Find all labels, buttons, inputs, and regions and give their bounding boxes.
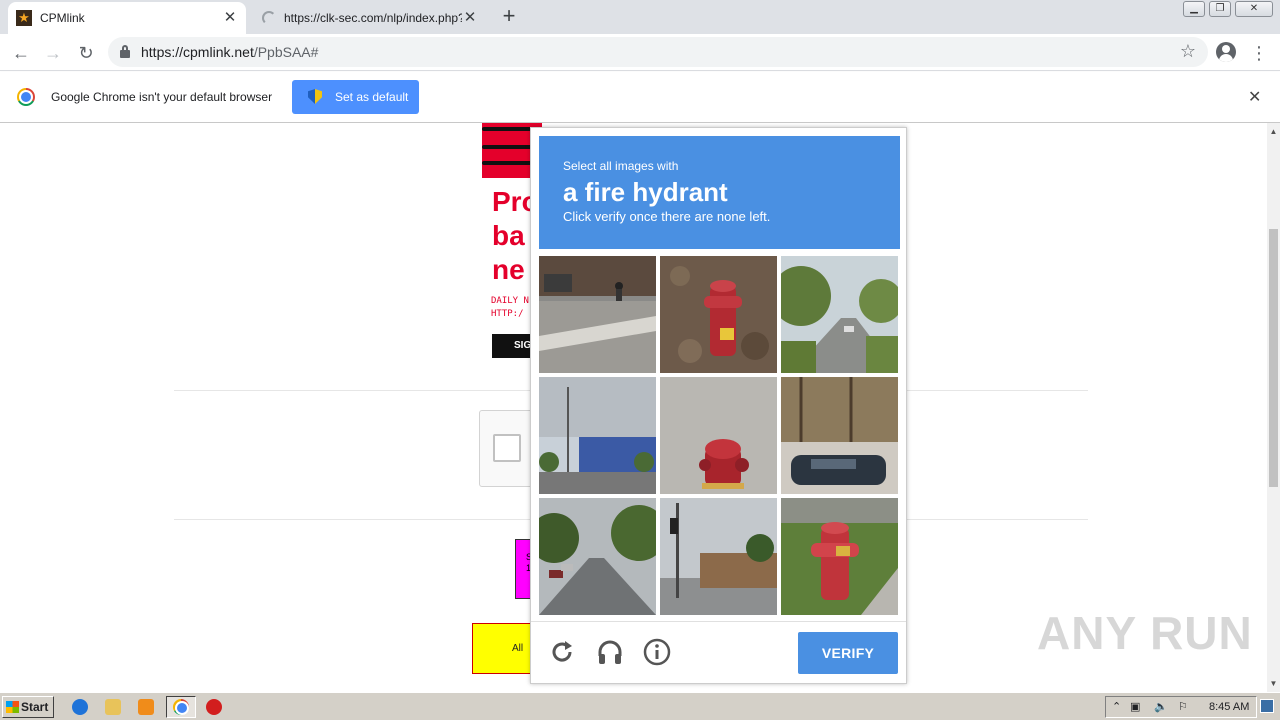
url-path: /PpbSAA# (253, 44, 319, 60)
tab-strip: ★ CPMlink ✕ https://clk-sec.com/nlp/inde… (0, 0, 1280, 34)
restore-button[interactable]: ❐ (1209, 1, 1231, 17)
recaptcha-challenge: Select all images with a fire hydrant Cl… (530, 127, 907, 684)
tile-image (539, 498, 656, 615)
scroll-down-icon[interactable]: ▼ (1267, 677, 1280, 690)
image-tile-residential-street[interactable] (539, 498, 656, 615)
lock-icon[interactable] (120, 45, 130, 58)
start-label: Start (21, 700, 49, 714)
tab-title: https://clk-sec.com/nlp/index.php?a (284, 11, 462, 25)
volume-icon[interactable]: 🔈 (1154, 700, 1168, 713)
reload-challenge-icon[interactable] (548, 638, 576, 666)
close-tab-icon[interactable]: ✕ (222, 10, 238, 26)
page-scrollbar[interactable]: ▲ ▼ (1267, 123, 1280, 692)
default-browser-infobar: Google Chrome isn't your default browser… (0, 72, 1280, 123)
windows-taskbar: Start ⌃ ▣ 🔈 ⚐ 8:45 AM (0, 692, 1280, 720)
reload-icon[interactable]: ↻ (73, 40, 99, 66)
chrome-taskbar-button[interactable] (166, 696, 196, 718)
star-icon: ★ (16, 10, 32, 26)
browser-toolbar: ← → ↻ https://cpmlink.net/PpbSAA# ☆ ⋮ (0, 34, 1280, 71)
bookmark-star-icon[interactable]: ☆ (1180, 41, 1196, 62)
verify-button[interactable]: VERIFY (798, 632, 898, 674)
image-tile-street-corner[interactable] (539, 256, 656, 373)
ad-small-text: DAILY N (491, 296, 529, 306)
chrome-logo-icon (17, 88, 35, 106)
infobar-close-icon[interactable]: ✕ (1248, 87, 1261, 107)
challenge-header: Select all images with a fire hydrant Cl… (539, 136, 900, 249)
windows-flag-icon (6, 701, 19, 713)
action-center-flag-icon[interactable]: ⚐ (1178, 700, 1188, 713)
internet-explorer-icon[interactable] (72, 699, 88, 715)
url-host: https://cpmlink.net (141, 44, 254, 60)
ad-small-text: HTTP:/ (491, 309, 524, 319)
close-tab-icon[interactable]: ✕ (462, 10, 478, 26)
tile-image (660, 377, 777, 494)
address-bar[interactable]: https://cpmlink.net/PpbSAA# ☆ (108, 37, 1208, 67)
image-tile-intersection[interactable] (660, 498, 777, 615)
tile-image (539, 256, 656, 373)
image-tile-hydrant-grass[interactable] (781, 498, 898, 615)
chrome-logo-icon (173, 699, 189, 715)
image-tile-car-trees[interactable] (781, 377, 898, 494)
tab-title: CPMlink (40, 11, 85, 25)
media-player-icon[interactable] (138, 699, 154, 715)
file-explorer-icon[interactable] (105, 699, 121, 715)
loading-spinner-icon (262, 11, 276, 25)
tile-image (781, 256, 898, 373)
ad-headline: ne (492, 254, 525, 285)
tab-cpmlink[interactable]: ★ CPMlink ✕ (8, 2, 246, 34)
close-window-button[interactable]: ✕ (1235, 1, 1273, 17)
profile-avatar-icon[interactable] (1216, 42, 1236, 62)
forward-icon[interactable]: → (40, 40, 66, 66)
challenge-target: a fire hydrant (563, 177, 728, 207)
url-text[interactable]: https://cpmlink.net/PpbSAA# (141, 44, 318, 60)
new-tab-button[interactable]: + (498, 5, 520, 28)
tab-clk-sec[interactable]: https://clk-sec.com/nlp/index.php?a ✕ (254, 2, 486, 34)
scroll-thumb[interactable] (1269, 229, 1278, 487)
set-as-default-button[interactable]: Set as default (292, 80, 419, 114)
shield-icon (308, 89, 322, 104)
tile-image (781, 498, 898, 615)
info-icon[interactable] (643, 638, 671, 666)
audio-challenge-icon[interactable] (596, 638, 624, 666)
tile-image (539, 377, 656, 494)
challenge-hint: Click verify once there are none left. (563, 209, 771, 224)
image-tile-tree-road[interactable] (781, 256, 898, 373)
anyrun-watermark: ANY RUN (1037, 607, 1253, 659)
tray-expand-icon[interactable]: ⌃ (1112, 700, 1121, 713)
network-icon[interactable]: ▣ (1130, 700, 1140, 713)
tile-image (660, 256, 777, 373)
menu-dots-icon[interactable]: ⋮ (1250, 40, 1268, 66)
tile-image (660, 498, 777, 615)
minimize-button[interactable]: ▁ (1183, 1, 1205, 17)
tile-image (781, 377, 898, 494)
image-tile-parking-lot[interactable] (539, 377, 656, 494)
show-desktop-icon[interactable] (1260, 699, 1274, 713)
recaptcha-checkbox[interactable] (493, 434, 521, 462)
image-tile-hydrant-pavement[interactable] (660, 377, 777, 494)
scroll-up-icon[interactable]: ▲ (1267, 125, 1280, 138)
image-tile-hydrant-leaves[interactable] (660, 256, 777, 373)
start-button[interactable]: Start (2, 696, 54, 718)
clock[interactable]: 8:45 AM (1209, 701, 1249, 713)
ad-headline: ba (492, 220, 525, 251)
set-as-default-label: Set as default (335, 90, 409, 104)
challenge-instruction: Select all images with (563, 159, 679, 173)
opera-icon[interactable] (206, 699, 222, 715)
challenge-footer: VERIFY (531, 621, 906, 683)
system-tray: ⌃ ▣ 🔈 ⚐ 8:45 AM (1105, 696, 1257, 718)
infobar-message: Google Chrome isn't your default browser (51, 90, 273, 104)
back-icon[interactable]: ← (8, 40, 34, 66)
